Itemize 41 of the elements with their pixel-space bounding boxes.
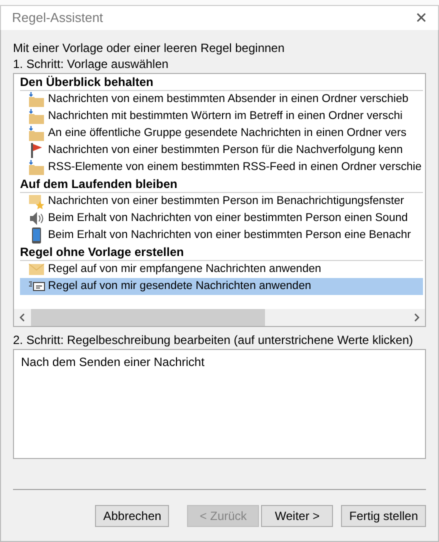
dialog-button[interactable]: Abbrechen (95, 505, 170, 527)
template-label: Regel auf von mir empfangene Nachrichten anwenden (48, 262, 322, 278)
speaker-icon (28, 210, 45, 227)
group-header: Auf dem Laufenden bleiben (20, 176, 423, 193)
template-item[interactable]: Beim Erhalt von Nachrichten von einer bestimmten Person einen Sound (20, 210, 423, 227)
step-label: 2. Schritt: Regelbeschreibung bearbeiten (auf unterstrichene Werte klicken) (13, 332, 414, 348)
envelope-icon (28, 261, 45, 278)
intro-text: Mit einer Vorlage oder einer leeren Regel beginnen (13, 40, 286, 56)
template-item[interactable]: An eine öffentliche Gruppe gesendete Nachrichten in einen Ordner vers (20, 125, 423, 142)
group-header: Den Überblick behalten (20, 74, 423, 91)
dialog-button[interactable]: Weiter > (261, 505, 334, 527)
envelope-star-icon (28, 193, 45, 210)
scrollbar-thumb[interactable] (31, 309, 265, 326)
template-item[interactable]: Nachrichten von einer bestimmten Person für die Nachverfolgung kenn (20, 142, 423, 159)
horizontal-scrollbar[interactable] (14, 309, 425, 326)
folder-arrow-icon (28, 159, 45, 176)
template-label: Nachrichten von einer bestimmten Person für die Nachverfolgung kenn (48, 143, 403, 158)
template-item[interactable]: Regel auf von mir gesendete Nachrichten anwenden (20, 278, 423, 295)
template-label: Beim Erhalt von Nachrichten von einer bestimmten Person eine Benachr (48, 228, 411, 244)
template-item[interactable]: Nachrichten von einer bestimmten Person im Benachrichtigungsfenster (20, 193, 423, 210)
folder-arrow-icon (28, 125, 45, 142)
folder-arrow-icon (28, 108, 45, 125)
folder-arrow-icon (28, 91, 45, 108)
window-title: Regel-Assistent (12, 9, 104, 28)
template-label: Nachrichten von einem bestimmten Absender in einen Ordner verschieb (48, 92, 408, 108)
close-button[interactable]: ✕ (415, 10, 428, 26)
template-label: An eine öffentliche Gruppe gesendete Nachrichten in einen Ordner vers (48, 126, 406, 142)
template-label: Regel auf von mir gesendete Nachrichten anwenden (48, 279, 312, 294)
template-item[interactable]: Beim Erhalt von Nachrichten von einer bestimmten Person eine Benachr (20, 227, 423, 244)
template-label: Nachrichten mit bestimmten Wörtern im Betreff in einen Ordner verschi (48, 109, 403, 124)
dialog-button[interactable]: Fertig stellen (341, 505, 426, 527)
template-item[interactable]: Regel auf von mir empfangene Nachrichten anwenden (20, 261, 423, 278)
group-header: Regel ohne Vorlage erstellen (20, 244, 423, 261)
template-label: RSS-Elemente von einem bestimmten RSS-Feed in einen Ordner verschie (48, 160, 422, 176)
template-label: Beim Erhalt von Nachrichten von einer bestimmten Person einen Sound (48, 211, 408, 226)
rule-description-text: Nach dem Senden einer Nachricht (21, 355, 204, 369)
step-label: 1. Schritt: Vorlage auswählen (13, 56, 170, 72)
template-item[interactable]: RSS-Elemente von einem bestimmten RSS-Feed in einen Ordner verschie (20, 159, 423, 176)
template-item[interactable]: Nachrichten von einem bestimmten Absender in einen Ordner verschieb (20, 91, 423, 108)
template-label: Nachrichten von einer bestimmten Person im Benachrichtigungsfenster (48, 194, 404, 210)
template-item[interactable]: Nachrichten mit bestimmten Wörtern im Betreff in einen Ordner verschi (20, 108, 423, 125)
